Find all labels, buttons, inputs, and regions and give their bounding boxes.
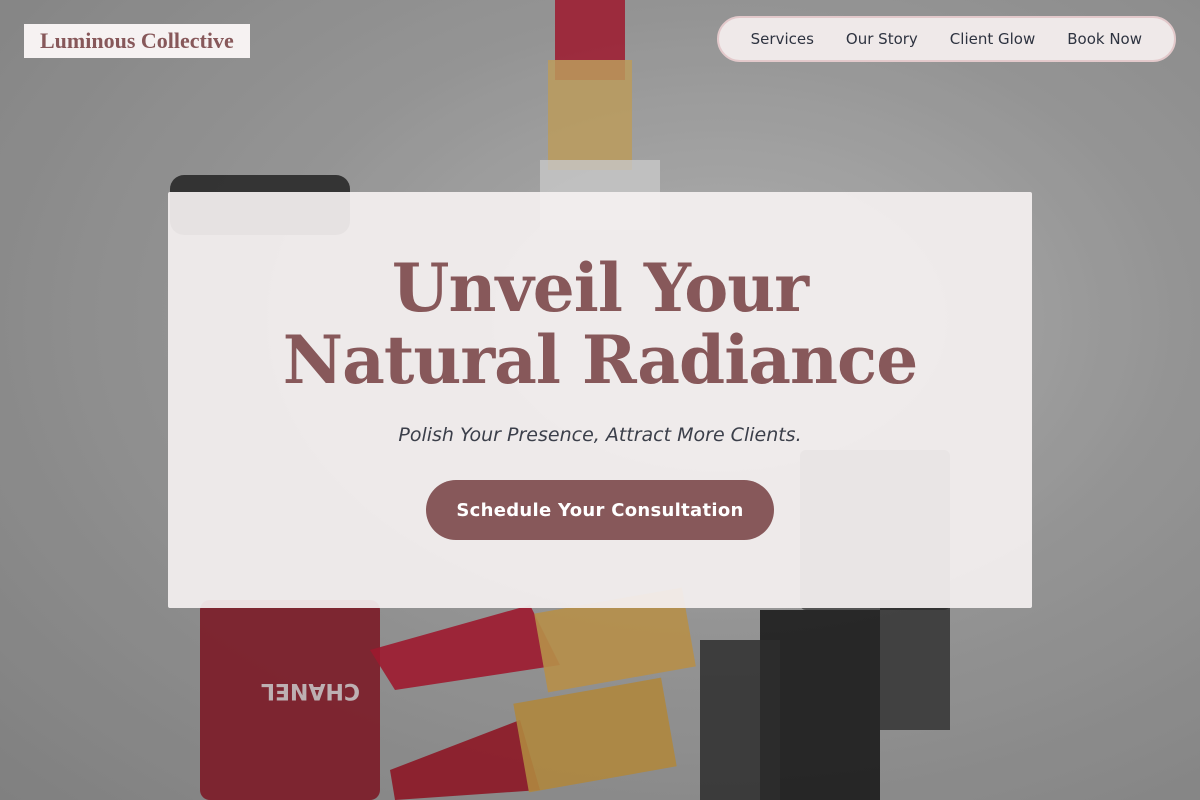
nav-link-book-now[interactable]: Book Now xyxy=(1051,30,1158,48)
schedule-consultation-button[interactable]: Schedule Your Consultation xyxy=(426,480,774,540)
nav-link-services[interactable]: Services xyxy=(735,30,830,48)
hero-title: Unveil Your Natural Radiance xyxy=(282,249,918,399)
logo-text: Luminous Collective xyxy=(40,28,234,53)
nav-link-our-story[interactable]: Our Story xyxy=(830,30,934,48)
hero-subtitle: Polish Your Presence, Attract More Clien… xyxy=(398,424,802,446)
nav-link-client-glow[interactable]: Client Glow xyxy=(934,30,1051,48)
site-logo[interactable]: Luminous Collective xyxy=(24,24,250,58)
main-nav: Services Our Story Client Glow Book Now xyxy=(716,16,1176,62)
hero-card: Unveil Your Natural Radiance Polish Your… xyxy=(168,192,1032,608)
